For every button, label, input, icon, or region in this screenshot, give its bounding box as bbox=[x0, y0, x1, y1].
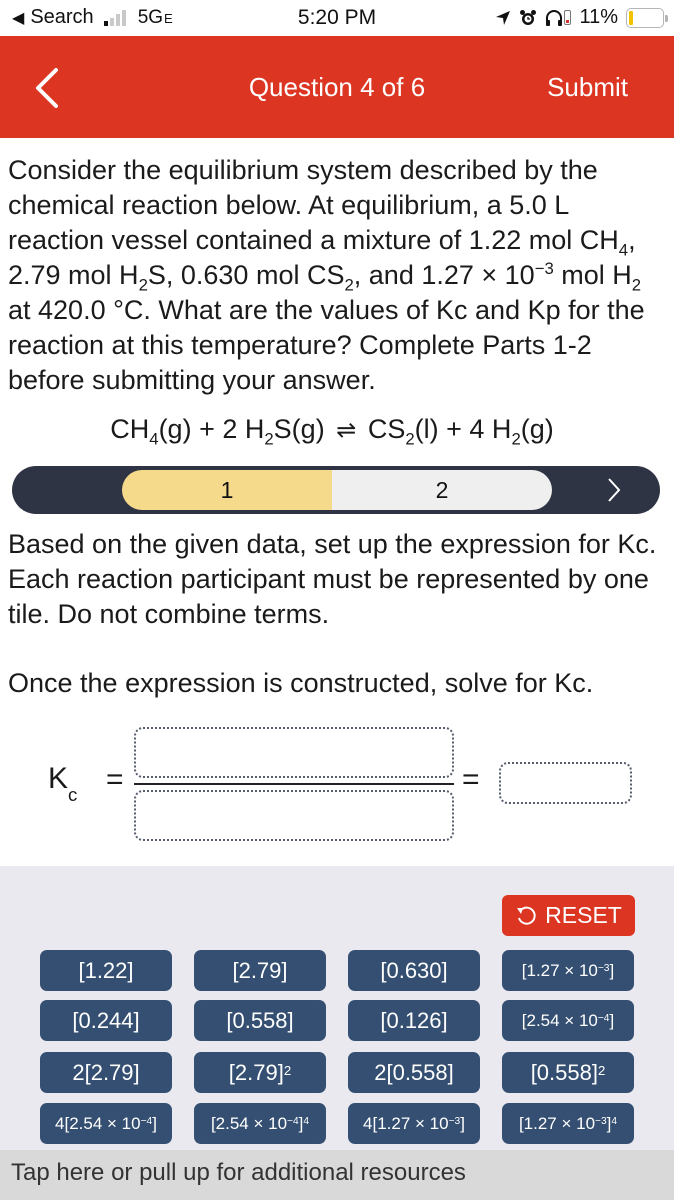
tile-text: [2.54 × 10 bbox=[521, 1010, 598, 1030]
tile-text: [0.558] bbox=[226, 1007, 294, 1033]
answer-tile[interactable]: [1.27 × 10 −3] 4 bbox=[502, 1103, 634, 1144]
eq-text: CH bbox=[110, 414, 150, 444]
answer-tile[interactable]: [0.558] 2 bbox=[502, 1052, 634, 1093]
additional-resources-bar[interactable]: Tap here or pull up for additional resou… bbox=[0, 1150, 674, 1200]
tile-text: 4[2.54 × 10 bbox=[55, 1113, 141, 1133]
answer-tile[interactable]: 2[0.558] bbox=[348, 1052, 480, 1093]
answer-tile[interactable]: 4[1.27 × 10 −3] bbox=[348, 1103, 480, 1144]
question-text: Consider the equilibrium system describe… bbox=[8, 153, 668, 398]
question-counter: Question 4 of 6 bbox=[248, 72, 426, 102]
tile-text: [0.558] bbox=[530, 1059, 598, 1085]
subscript: 4 bbox=[618, 240, 629, 260]
tile-text: 2[2.79] bbox=[72, 1059, 140, 1085]
tile-text: 2[0.558] bbox=[374, 1059, 454, 1085]
subscript: 2 bbox=[264, 429, 274, 449]
kc-label: Kc bbox=[48, 762, 77, 804]
eq-text: S(g) bbox=[273, 414, 325, 444]
battery-percent: 11% bbox=[579, 6, 618, 28]
fraction-bar bbox=[134, 783, 454, 785]
part-navigator: 1 2 bbox=[12, 466, 660, 514]
answer-tile[interactable]: [1.22] bbox=[40, 950, 172, 991]
headphones-battery bbox=[545, 9, 572, 27]
answer-tile[interactable]: [0.558] bbox=[194, 1000, 326, 1041]
status-right: 11% bbox=[495, 6, 668, 29]
question-segment: Consider the equilibrium system describe… bbox=[8, 155, 619, 255]
subscript: 2 bbox=[631, 275, 642, 295]
question-header: Question 4 of 6 Submit bbox=[0, 36, 674, 138]
equals-sign-result: = bbox=[462, 763, 480, 796]
numerator-drop-zone[interactable] bbox=[134, 727, 454, 778]
tile-text: 4[1.27 × 10 bbox=[363, 1113, 449, 1133]
headphones-icon bbox=[546, 9, 563, 26]
status-bar: ◀ Search 5GE 5:20 PM 11% bbox=[0, 0, 674, 36]
subscript: 4 bbox=[149, 429, 159, 449]
equilibrium-arrow-icon: ⇌ bbox=[336, 417, 357, 444]
tile-text: [2.79] bbox=[232, 957, 288, 983]
answer-tile[interactable]: [1.27 × 10 −3] bbox=[502, 950, 634, 991]
k-symbol: K bbox=[48, 762, 69, 795]
part-tab-2[interactable]: 2 bbox=[332, 470, 552, 510]
tile-close-bracket: ] bbox=[460, 1113, 465, 1133]
reset-button[interactable]: RESET bbox=[502, 895, 635, 936]
eq-text: CS bbox=[367, 414, 406, 444]
subscript: 2 bbox=[405, 429, 415, 449]
tile-close-bracket: ] bbox=[609, 960, 615, 980]
headphones-battery-icon bbox=[564, 10, 572, 25]
instructions-text: Based on the given data, set up the expr… bbox=[8, 529, 657, 629]
tile-text: [0.630] bbox=[380, 957, 448, 983]
chemical-equation: CH4(g) + 2 H2S(g) ⇌ CS2(l) + 4 H2(g) bbox=[0, 414, 674, 449]
instructions-solve-text: Once the expression is constructed, solv… bbox=[8, 668, 594, 698]
question-segment: , and 1.27 × 10 bbox=[353, 260, 535, 290]
part-tab-1[interactable]: 1 bbox=[122, 470, 332, 510]
eq-text: (g) + 2 H bbox=[158, 414, 265, 444]
tile-close-bracket: ] bbox=[152, 1113, 157, 1133]
tile-text: [0.244] bbox=[72, 1007, 140, 1033]
subscript: 2 bbox=[138, 275, 148, 295]
tile-text: [2.79] bbox=[228, 1059, 284, 1085]
submit-button[interactable]: Submit bbox=[547, 72, 628, 103]
eq-text: (l) + 4 H bbox=[414, 414, 512, 444]
tile-close-bracket: ] bbox=[609, 1010, 615, 1030]
denominator-drop-zone[interactable] bbox=[134, 790, 454, 841]
answer-tile[interactable]: [2.54 × 10 −4] 4 bbox=[194, 1103, 326, 1144]
eq-text: (g) bbox=[520, 414, 554, 444]
subscript: 2 bbox=[344, 275, 354, 295]
answer-tile[interactable]: 2[2.79] bbox=[40, 1052, 172, 1093]
tile-text: [1.22] bbox=[78, 957, 134, 983]
tile-text: [2.54 × 10 bbox=[210, 1113, 288, 1133]
superscript: −3 bbox=[534, 259, 554, 278]
tile-text: [1.27 × 10 bbox=[521, 960, 598, 980]
k-subscript: c bbox=[68, 784, 78, 805]
answer-tile[interactable]: [0.630] bbox=[348, 950, 480, 991]
answer-tile[interactable]: [2.54 × 10 −4] bbox=[502, 1000, 634, 1041]
equals-sign: = bbox=[106, 763, 124, 796]
answer-tile[interactable]: [0.244] bbox=[40, 1000, 172, 1041]
question-segment: at 420.0 °C. What are the values of Kc a… bbox=[8, 295, 645, 395]
reset-icon bbox=[517, 906, 536, 925]
battery-fill bbox=[629, 10, 633, 25]
location-arrow-icon bbox=[496, 10, 511, 25]
answer-tile[interactable]: [2.79] bbox=[194, 950, 326, 991]
answer-tile[interactable]: [2.79] 2 bbox=[194, 1052, 326, 1093]
alarm-clock-icon bbox=[520, 9, 537, 25]
tile-text: [1.27 × 10 bbox=[518, 1113, 596, 1133]
subscript: 2 bbox=[511, 429, 521, 449]
battery-icon bbox=[626, 7, 668, 28]
tile-text: [0.126] bbox=[380, 1007, 448, 1033]
question-segment: S, 0.630 mol CS bbox=[147, 260, 345, 290]
next-part-chevron-icon[interactable] bbox=[604, 476, 624, 504]
result-drop-zone[interactable] bbox=[499, 762, 632, 804]
question-segment: mol H bbox=[553, 260, 632, 290]
answer-tile[interactable]: 4[2.54 × 10 −4] bbox=[40, 1103, 172, 1144]
reset-label: RESET bbox=[545, 902, 622, 928]
answer-tile[interactable]: [0.126] bbox=[348, 1000, 480, 1041]
